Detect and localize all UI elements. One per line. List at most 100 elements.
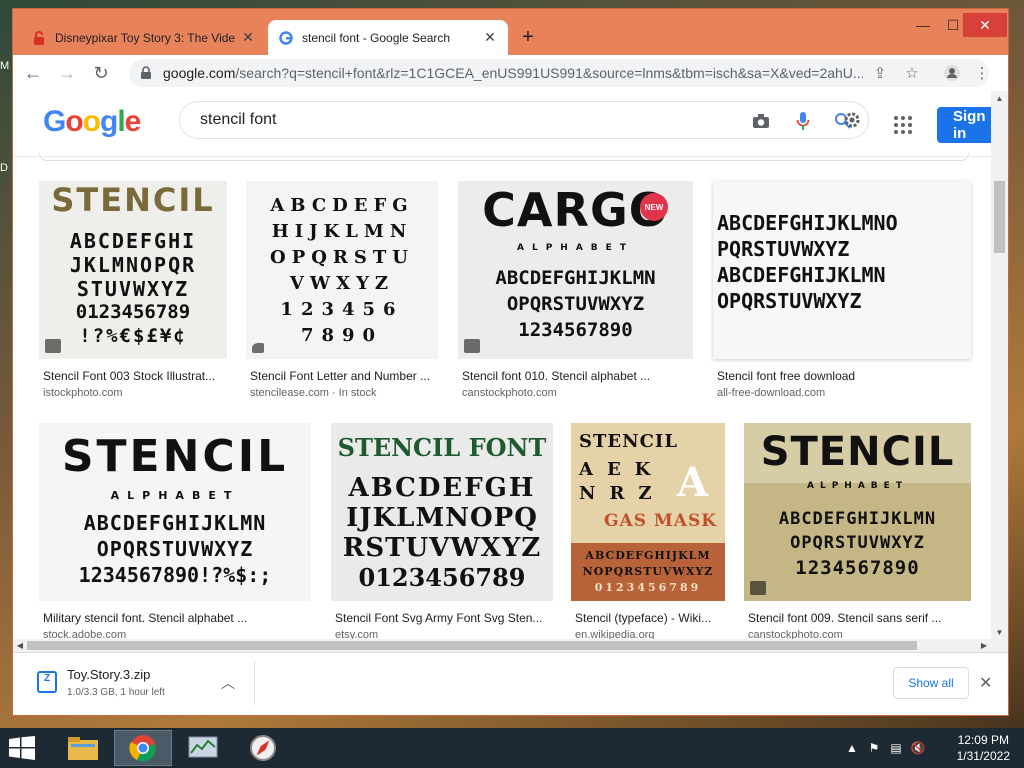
result-title[interactable]: Stencil font 010. Stencil alphabet ... (462, 369, 690, 383)
result-thumbnail[interactable]: STENCIL AEK NRZ A GAS MASK ABCDEFGHIJKLM… (571, 423, 725, 601)
thumb-text: ABCDEFGHIJKLMN (495, 267, 656, 289)
logo-letter: g (100, 105, 118, 138)
search-input[interactable]: stencil font (179, 101, 869, 139)
result-thumbnail[interactable]: CARGO NEW ALPHABET ABCDEFGHIJKLMN OPQRST… (458, 181, 693, 359)
back-button[interactable]: ← (19, 59, 47, 87)
result-source[interactable]: canstockphoto.com (462, 387, 557, 399)
result-title[interactable]: Stencil Font Letter and Number ... (250, 369, 436, 383)
result-thumbnail[interactable]: STENCIL ABCDEFGHI JKLMNOPQR STUVWXYZ 012… (39, 181, 227, 359)
horizontal-scrollbar[interactable]: ◀ ▶ (13, 639, 1008, 652)
result-thumbnail[interactable]: STENCIL FONT ABCDEFGH IJKLMNOPQ RSTUVWXY… (331, 423, 553, 601)
camera-icon[interactable] (750, 110, 772, 132)
show-all-button[interactable]: Show all (893, 667, 969, 699)
result-thumbnail[interactable]: ABCDEFGHIJKLMNO PQRSTUVWXYZ ABCDEFGHIJKL… (713, 181, 971, 359)
result-title[interactable]: Stencil font 009. Stencil sans serif ... (748, 611, 970, 625)
menu-icon[interactable]: ⋮ (971, 63, 993, 83)
vertical-scrollbar[interactable]: ▲ ▼ (991, 91, 1008, 639)
result-title[interactable]: Military stencil font. Stencil alphabet … (43, 611, 307, 625)
close-window-button[interactable]: ✕ (963, 13, 1007, 37)
new-badge: NEW (640, 193, 668, 221)
microphone-icon[interactable] (792, 110, 814, 132)
close-icon[interactable]: ✕ (240, 29, 256, 46)
thumb-text: ABCDEFGHI (69, 229, 197, 253)
logo-letter: G (43, 105, 66, 138)
windows-start-icon[interactable] (8, 736, 38, 760)
url-host: google.com (163, 65, 236, 81)
star-icon[interactable]: ☆ (901, 63, 923, 83)
volume-muted-icon[interactable]: 🔇 (910, 740, 926, 756)
flag-icon[interactable]: ⚑ (866, 740, 882, 756)
chevron-up-icon[interactable]: ▲ (844, 740, 860, 756)
download-item[interactable]: Z Toy.Story.3.zip 1.0/3.3 GB, 1 hour lef… (13, 661, 255, 705)
thumb-text: OPQRSTUVWXYZ (717, 289, 862, 313)
scroll-left-arrow-icon[interactable]: ◀ (13, 639, 27, 652)
filter-strip-edge (39, 153, 969, 161)
result-title[interactable]: Stencil (typeface) - Wiki... (575, 611, 725, 625)
result-thumbnail[interactable]: ABCDEFG HIJKLMN OPQRSTU VWXYZ 123456 789… (246, 181, 438, 359)
result-source[interactable]: stencilease.com · In stock (250, 387, 377, 399)
result-title[interactable]: Stencil font free download (717, 369, 967, 383)
result-source[interactable]: canstockphoto.com (748, 629, 843, 639)
apps-grid-icon[interactable] (893, 115, 915, 137)
thumb-text: STENCIL (579, 431, 678, 452)
sign-in-button[interactable]: Sign in (937, 107, 991, 143)
minimize-button[interactable]: — (909, 13, 937, 37)
result-source[interactable]: istockphoto.com (43, 387, 122, 399)
result-title[interactable]: Stencil Font 003 Stock Illustrat... (43, 369, 223, 383)
close-icon[interactable]: ✕ (979, 673, 992, 693)
thumb-text: OPQRSTU (270, 247, 414, 268)
result-thumbnail[interactable]: STENCIL ALPHABET ABCDEFGHIJKLMN OPQRSTUV… (39, 423, 311, 601)
scroll-right-arrow-icon[interactable]: ▶ (977, 639, 991, 652)
tab-title: Disneypixar Toy Story 3: The Vide (55, 30, 236, 45)
chevron-up-icon[interactable]: ︿ (221, 673, 235, 693)
image-icon (750, 581, 766, 595)
thumb-text: NOPQRSTUVWXYZ (582, 565, 714, 578)
scroll-down-arrow-icon[interactable]: ▼ (991, 625, 1008, 639)
image-icon (464, 339, 480, 353)
clock[interactable]: 12:09 PM 1/31/2022 (957, 732, 1010, 764)
scroll-up-arrow-icon[interactable]: ▲ (991, 91, 1008, 105)
share-icon[interactable]: ⇪ (869, 63, 891, 83)
thumb-text: 1234567890 (518, 319, 633, 341)
image-result[interactable]: STENCIL ALPHABET ABCDEFGHIJKLMN OPQRSTUV… (744, 423, 971, 639)
image-result[interactable]: STENCIL AEK NRZ A GAS MASK ABCDEFGHIJKLM… (571, 423, 725, 639)
task-manager-icon[interactable] (174, 730, 232, 766)
system-tray: ▲ ⚑ ▤ 🔇 12:09 PM 1/31/2022 (844, 728, 1024, 768)
scrollbar-thumb[interactable] (27, 641, 917, 650)
result-source[interactable]: en.wikipedia.org (575, 629, 655, 639)
result-thumbnail[interactable]: STENCIL ALPHABET ABCDEFGHIJKLMN OPQRSTUV… (744, 423, 971, 601)
scrollbar-thumb[interactable] (994, 181, 1005, 253)
result-title[interactable]: Stencil Font Svg Army Font Svg Sten... (335, 611, 550, 625)
compass-app-icon[interactable] (234, 730, 292, 766)
google-logo[interactable]: Google (43, 105, 141, 139)
gear-icon[interactable] (841, 109, 863, 131)
result-source[interactable]: stock.adobe.com (43, 629, 126, 639)
large-letter-a: A (677, 459, 709, 506)
image-result[interactable]: STENCIL ABCDEFGHI JKLMNOPQR STUVWXYZ 012… (39, 181, 227, 401)
image-result[interactable]: CARGO NEW ALPHABET ABCDEFGHIJKLMN OPQRST… (458, 181, 693, 401)
thumb-text: 1234567890 (795, 557, 920, 579)
profile-icon[interactable] (941, 63, 963, 83)
image-icon (45, 339, 61, 353)
network-icon[interactable]: ▤ (888, 740, 904, 756)
google-g-icon (278, 30, 294, 46)
image-result[interactable]: STENCIL ALPHABET ABCDEFGHIJKLMN OPQRSTUV… (39, 423, 311, 639)
image-result[interactable]: ABCDEFG HIJKLMN OPQRSTU VWXYZ 123456 789… (246, 181, 438, 401)
chrome-taskbar-icon[interactable] (114, 730, 172, 766)
tab-toy-story[interactable]: Disneypixar Toy Story 3: The Vide ✕ (21, 20, 266, 55)
new-tab-button[interactable]: + (516, 25, 540, 49)
address-bar[interactable]: google.com/search?q=stencil+font&rlz=1C1… (129, 59, 990, 87)
file-explorer-icon[interactable] (54, 730, 112, 766)
image-result[interactable]: STENCIL FONT ABCDEFGH IJKLMNOPQ RSTUVWXY… (331, 423, 553, 639)
result-source[interactable]: etsy.com (335, 629, 378, 639)
reload-button[interactable]: ↻ (87, 59, 115, 87)
tab-google-search[interactable]: stencil font - Google Search ✕ (268, 20, 508, 55)
lock-icon (141, 66, 151, 79)
taskbar: ▲ ⚑ ▤ 🔇 12:09 PM 1/31/2022 (0, 728, 1024, 768)
thumb-text: ABCDEFGHIJKLM (585, 549, 711, 562)
result-source[interactable]: all-free-download.com (717, 387, 825, 399)
image-result[interactable]: ABCDEFGHIJKLMNO PQRSTUVWXYZ ABCDEFGHIJKL… (713, 181, 971, 401)
tab-strip: Disneypixar Toy Story 3: The Vide ✕ sten… (13, 9, 1008, 55)
forward-button[interactable]: → (53, 59, 81, 87)
close-icon[interactable]: ✕ (482, 29, 498, 46)
